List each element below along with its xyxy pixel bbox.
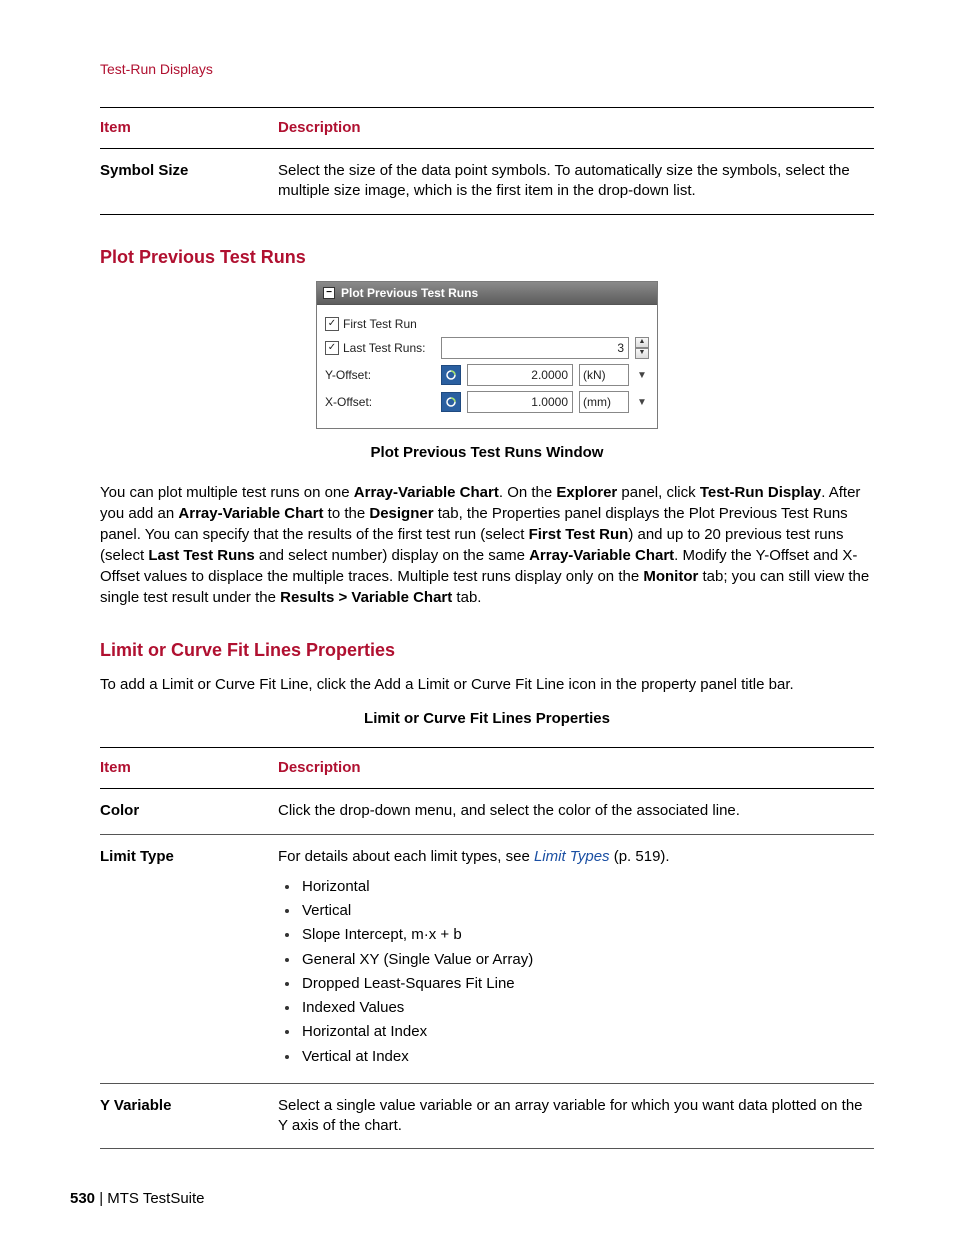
list-item: Vertical at Index <box>300 1047 866 1067</box>
x-offset-unit-dropdown-icon[interactable]: ▼ <box>635 392 649 412</box>
collapse-icon[interactable]: − <box>323 287 335 299</box>
rule <box>100 1148 874 1149</box>
table-header-description: Description <box>278 108 874 148</box>
y-offset-unit[interactable]: (kN) <box>579 364 629 386</box>
table-header-description: Description <box>278 748 874 788</box>
table-row: Limit Type For details about each limit … <box>100 835 874 1083</box>
panel-titlebar[interactable]: − Plot Previous Test Runs <box>317 282 657 305</box>
symbol-size-table: Item Description Symbol Size Select the … <box>100 108 874 215</box>
page-footer: 530 | MTS TestSuite <box>70 1189 884 1209</box>
table-header-item: Item <box>100 108 278 148</box>
limit-type-list: Horizontal Vertical Slope Intercept, m·x… <box>278 877 866 1067</box>
table-row: Color Click the drop-down menu, and sele… <box>100 789 874 833</box>
list-item: Horizontal <box>300 877 866 897</box>
first-test-run-checkbox[interactable]: ✓ <box>325 317 339 331</box>
page-number: 530 <box>70 1190 95 1207</box>
description-cell: For details about each limit types, see … <box>278 835 874 1083</box>
last-test-runs-checkbox[interactable]: ✓ <box>325 341 339 355</box>
spinner-control[interactable]: ▲▼ <box>635 337 649 359</box>
last-test-runs-input[interactable]: 3 <box>441 337 629 359</box>
description-cell: Click the drop-down menu, and select the… <box>278 789 874 833</box>
item-cell: Limit Type <box>100 835 278 1083</box>
table-header-item: Item <box>100 748 278 788</box>
limit-types-link[interactable]: Limit Types <box>534 848 610 865</box>
item-cell: Color <box>100 789 278 833</box>
description-cell: Select a single value variable or an arr… <box>278 1084 874 1149</box>
list-item: Dropped Least-Squares Fit Line <box>300 974 866 994</box>
x-offset-unit[interactable]: (mm) <box>579 391 629 413</box>
list-item: General XY (Single Value or Array) <box>300 950 866 970</box>
first-test-run-label: First Test Run <box>343 316 417 332</box>
rule <box>100 214 874 215</box>
panel-title-text: Plot Previous Test Runs <box>341 285 478 301</box>
intro-paragraph: To add a Limit or Curve Fit Line, click … <box>100 674 874 695</box>
table-caption: Limit or Curve Fit Lines Properties <box>100 709 874 729</box>
product-name: MTS TestSuite <box>107 1190 204 1207</box>
last-test-runs-label: Last Test Runs: <box>343 340 426 356</box>
section-heading-limit-curve: Limit or Curve Fit Lines Properties <box>100 638 874 662</box>
plot-previous-panel: − Plot Previous Test Runs ✓ First Test R… <box>316 281 658 429</box>
x-offset-input[interactable]: 1.0000 <box>467 391 573 413</box>
table-row: Symbol Size Select the size of the data … <box>100 149 874 214</box>
item-cell: Symbol Size <box>100 149 278 214</box>
running-header: Test-Run Displays <box>100 60 884 79</box>
list-item: Horizontal at Index <box>300 1022 866 1042</box>
y-offset-input[interactable]: 2.0000 <box>467 364 573 386</box>
section-heading-plot-previous: Plot Previous Test Runs <box>100 245 874 269</box>
item-cell: Y Variable <box>100 1084 278 1149</box>
table-row: Y Variable Select a single value variabl… <box>100 1084 874 1149</box>
list-item: Indexed Values <box>300 998 866 1018</box>
x-offset-picker-icon[interactable] <box>441 392 461 412</box>
figure-caption: Plot Previous Test Runs Window <box>100 443 874 463</box>
list-item: Slope Intercept, m·x + b <box>300 925 866 945</box>
body-paragraph: You can plot multiple test runs on one A… <box>100 482 874 608</box>
y-offset-label: Y-Offset: <box>325 367 435 383</box>
description-cell: Select the size of the data point symbol… <box>278 149 874 214</box>
limit-properties-table: Item Description Color Click the drop-do… <box>100 748 874 1149</box>
x-offset-label: X-Offset: <box>325 394 435 410</box>
list-item: Vertical <box>300 901 866 921</box>
y-offset-picker-icon[interactable] <box>441 365 461 385</box>
y-offset-unit-dropdown-icon[interactable]: ▼ <box>635 365 649 385</box>
